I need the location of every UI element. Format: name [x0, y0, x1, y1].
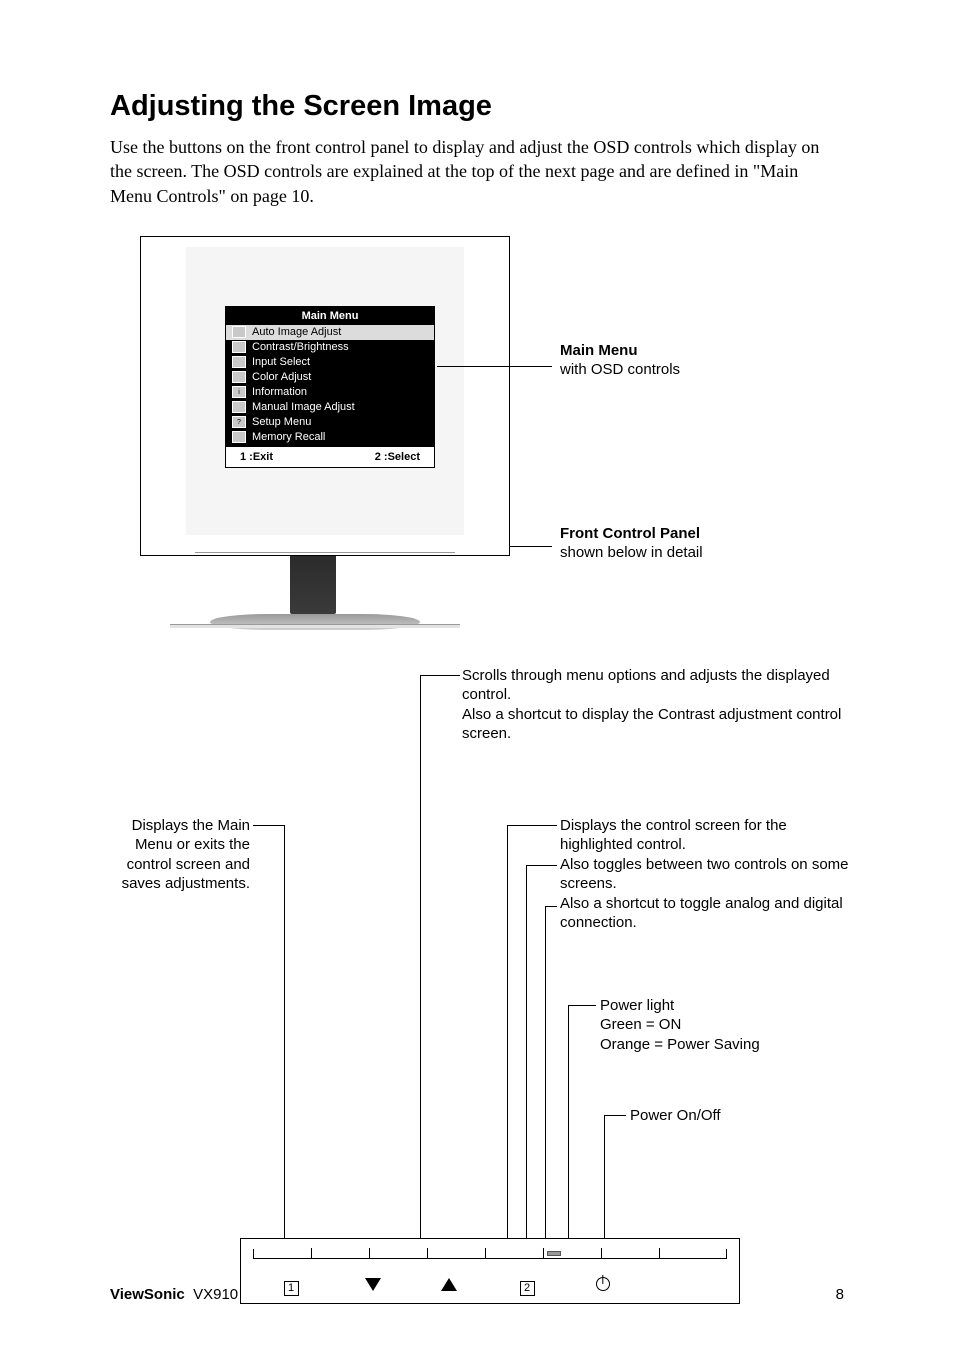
osd-item-label: Color Adjust [252, 371, 311, 383]
callout-main-menu-title: Main Menu [560, 341, 820, 361]
panel-divider [311, 1248, 312, 1258]
callout-scroll: Scrolls through menu options and adjusts… [462, 666, 862, 744]
monitor-base-shadow [170, 624, 460, 628]
callout-front-panel-desc: shown below in detail [560, 543, 820, 563]
leader-line [568, 1005, 569, 1240]
panel-divider [543, 1248, 544, 1258]
osd-footer-select: 2 :Select [375, 451, 420, 463]
triangle-down-icon [365, 1278, 381, 1291]
leader-line [253, 825, 284, 826]
monitor-figure: Main Menu Auto Image Adjust Contrast/Bri… [110, 236, 844, 656]
osd-item-memory-recall: Memory Recall [226, 430, 434, 445]
callout-power-onoff-text: Power On/Off [630, 1107, 721, 1124]
callout-power-onoff: Power On/Off [630, 1106, 830, 1126]
leader-line [437, 366, 552, 367]
callout-power-light: Power light Green = ON Orange = Power Sa… [600, 996, 850, 1055]
footer-brand: ViewSonic [110, 1286, 185, 1303]
panel-divider [485, 1248, 486, 1258]
triangle-up-icon [441, 1278, 457, 1291]
callout-main-menu: Main Menu with OSD controls [560, 341, 820, 380]
footer: ViewSonic VX910 [110, 1286, 238, 1303]
leader-line [604, 1115, 626, 1116]
leader-line [507, 825, 557, 826]
leader-line [568, 1005, 596, 1006]
callout-btn2b: Also toggles between two controls on som… [560, 855, 850, 894]
osd-item-label: Setup Menu [252, 416, 311, 428]
page-title: Adjusting the Screen Image [110, 90, 844, 123]
osd-item-input-select: Input Select [226, 355, 434, 370]
osd-menu-footer: 1 :Exit 2 :Select [226, 445, 434, 467]
leader-line [526, 865, 527, 1240]
leader-line [420, 675, 460, 676]
callout-btn2a: Displays the control screen for the high… [560, 816, 850, 855]
osd-item-contrast: Contrast/Brightness [226, 340, 434, 355]
callout-main-menu-desc: with OSD controls [560, 360, 820, 380]
osd-menu: Main Menu Auto Image Adjust Contrast/Bri… [225, 306, 435, 468]
front-control-panel: 1 2 [240, 1238, 740, 1304]
callout-btn2c: Also a shortcut to toggle analog and dig… [560, 894, 850, 933]
osd-menu-title: Main Menu [226, 307, 434, 325]
panel-btn-up[interactable] [409, 1277, 489, 1297]
osd-item-label: Auto Image Adjust [252, 326, 341, 338]
osd-item-label: Manual Image Adjust [252, 401, 355, 413]
panel-btn-1[interactable]: 1 [251, 1277, 331, 1297]
power-icon [596, 1277, 610, 1291]
callout-btn1-text: Displays the Main Menu or exits the cont… [122, 817, 250, 893]
callout-front-panel-title: Front Control Panel [560, 524, 820, 544]
leader-line [420, 675, 421, 1240]
callout-btn1: Displays the Main Menu or exits the cont… [110, 816, 250, 894]
intro-paragraph: Use the buttons on the front control pan… [110, 135, 844, 208]
monitor-neck [290, 556, 336, 614]
panel-btn-down[interactable] [333, 1277, 413, 1297]
square-1-icon: 1 [284, 1281, 299, 1296]
osd-item-label: Contrast/Brightness [252, 341, 349, 353]
page-number: 8 [836, 1286, 844, 1303]
leader-line [545, 906, 546, 1240]
front-panel-figure: Scrolls through menu options and adjusts… [110, 656, 844, 1316]
panel-divider [601, 1248, 602, 1258]
callout-front-panel: Front Control Panel shown below in detai… [560, 524, 820, 563]
footer-model: VX910 [193, 1286, 238, 1303]
panel-divider [427, 1248, 428, 1258]
callout-btn2: Displays the control screen for the high… [560, 816, 850, 933]
leader-line [604, 1115, 605, 1240]
leader-line [526, 865, 557, 866]
leader-line [545, 906, 557, 907]
square-2-icon: 2 [520, 1281, 535, 1296]
leader-line [284, 825, 285, 1240]
leader-line [507, 825, 508, 1240]
panel-divider [659, 1248, 660, 1258]
osd-item-label: Information [252, 386, 307, 398]
osd-item-label: Input Select [252, 356, 310, 368]
callout-power-light-on: Green = ON [600, 1015, 850, 1035]
callout-power-light-title: Power light [600, 996, 850, 1016]
osd-footer-exit: 1 :Exit [240, 451, 273, 463]
leader-line [510, 546, 552, 547]
osd-item-information: Information [226, 385, 434, 400]
panel-divider [369, 1248, 370, 1258]
callout-scroll-line2: Also a shortcut to display the Contrast … [462, 705, 862, 744]
osd-item-auto-image: Auto Image Adjust [226, 325, 434, 340]
osd-item-label: Memory Recall [252, 431, 325, 443]
bezel-line [195, 552, 455, 553]
power-led-icon [547, 1251, 561, 1256]
osd-item-color-adjust: Color Adjust [226, 370, 434, 385]
callout-scroll-line1: Scrolls through menu options and adjusts… [462, 666, 862, 705]
callout-power-light-save: Orange = Power Saving [600, 1035, 850, 1055]
osd-item-manual-image: Manual Image Adjust [226, 400, 434, 415]
osd-item-setup-menu: Setup Menu [226, 415, 434, 430]
panel-btn-power[interactable] [563, 1277, 643, 1297]
panel-bracket [253, 1249, 727, 1259]
panel-btn-2[interactable]: 2 [487, 1277, 567, 1297]
